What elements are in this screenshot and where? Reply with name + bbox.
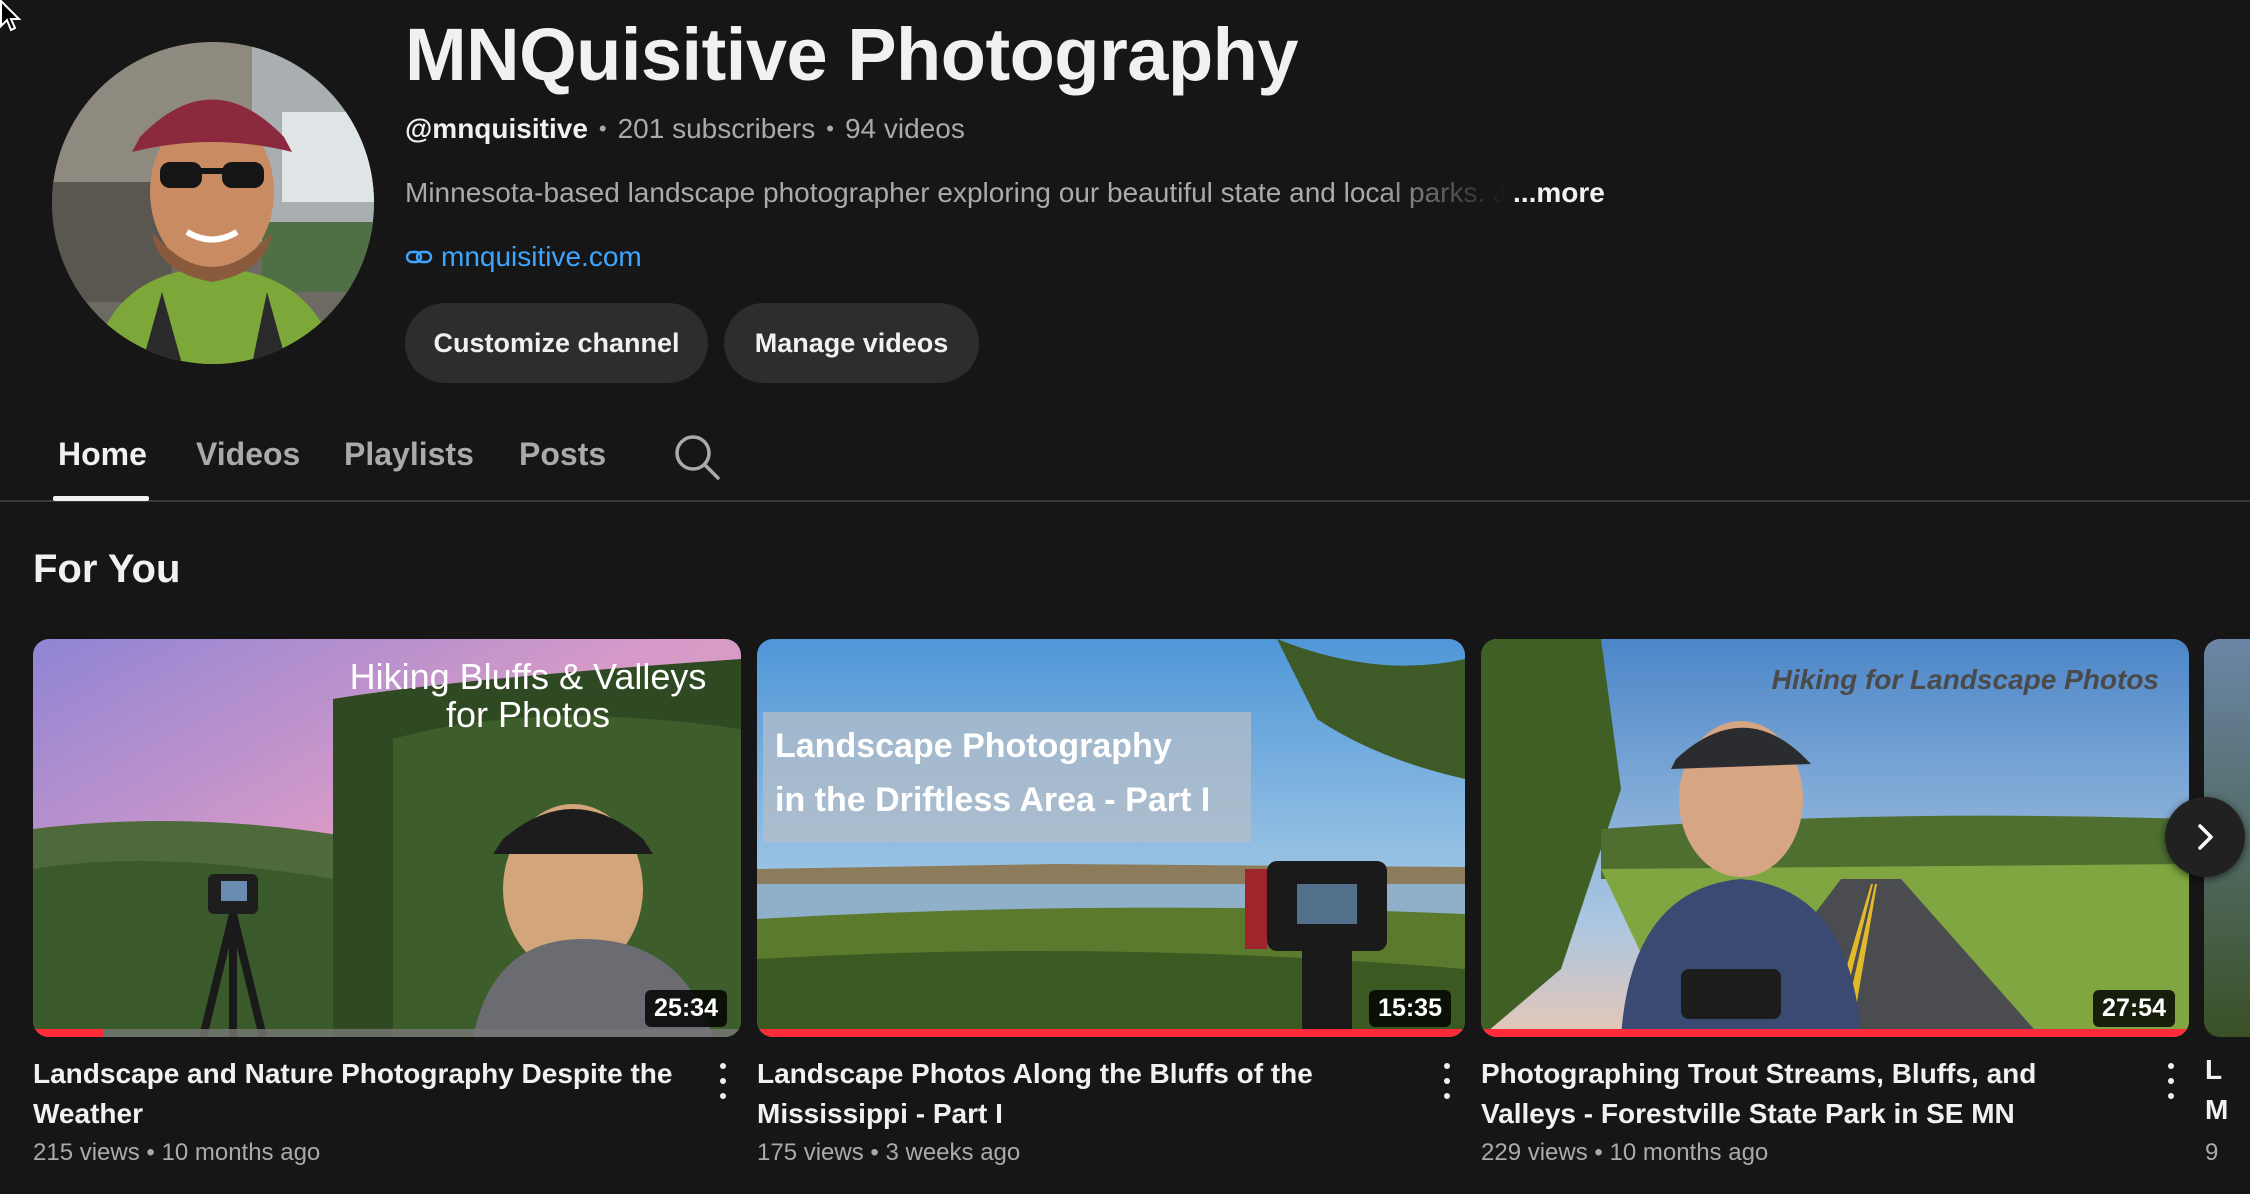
separator-dot: • (1594, 1139, 1610, 1166)
channel-avatar[interactable] (52, 42, 374, 364)
video-duration: 27:54 (2093, 990, 2175, 1027)
tab-home[interactable]: Home (58, 436, 147, 473)
thumb-caption: in the Driftless Area - Part I (775, 781, 1210, 819)
watch-progress-fill (1481, 1029, 2189, 1037)
thumb-caption: for Photos (446, 694, 610, 735)
video-thumbnail[interactable]: Hiking for Landscape Photos 27:54 (1481, 639, 2189, 1037)
peek-meta: 9 (2205, 1139, 2219, 1166)
video-card[interactable]: Hiking Bluffs & Valleys for Photos 25:34… (33, 639, 741, 1166)
tab-playlists[interactable]: Playlists (344, 436, 474, 473)
view-count: 229 views (1481, 1139, 1588, 1166)
watch-progress-bar (757, 1029, 1465, 1037)
upload-age: 10 months ago (1609, 1139, 1769, 1166)
view-count: 215 views (33, 1139, 140, 1166)
upload-age: 3 weeks ago (885, 1139, 1021, 1166)
video-title[interactable]: Landscape Photos Along the Bluffs of the… (757, 1054, 1407, 1134)
video-thumbnail[interactable]: Hiking Bluffs & Valleys for Photos 25:34 (33, 639, 741, 1037)
video-thumbnail[interactable]: Landscape Photography in the Driftless A… (757, 639, 1465, 1037)
section-title: For You (33, 547, 181, 591)
tab-videos[interactable]: Videos (196, 436, 300, 473)
subscriber-count: 201 subscribers (617, 113, 816, 144)
video-duration: 25:34 (645, 990, 727, 1027)
view-count: 175 views (757, 1139, 864, 1166)
channel-link[interactable]: mnquisitive.com (405, 241, 642, 273)
peek-title[interactable]: M (2205, 1094, 2228, 1126)
more-vert-icon[interactable] (1435, 1059, 1459, 1103)
description-text: Minnesota-based landscape photographer e… (405, 177, 1508, 208)
channel-handle: @mnquisitive (405, 113, 588, 144)
link-icon (405, 250, 433, 264)
active-tab-indicator (53, 496, 149, 501)
video-duration: 15:35 (1369, 990, 1451, 1027)
separator-dot: • (598, 116, 607, 141)
thumb-caption: Hiking Bluffs & Valleys (350, 656, 707, 697)
channel-tabs: Home Videos Playlists Posts (0, 410, 2250, 502)
more-link[interactable]: ...more (1513, 177, 1605, 209)
video-title[interactable]: Landscape and Nature Photography Despite… (33, 1054, 683, 1134)
separator-dot: • (146, 1139, 162, 1166)
channel-title: MNQuisitive Photography (405, 13, 1299, 96)
video-card[interactable]: Landscape Photography in the Driftless A… (757, 639, 1465, 1166)
thumb-caption: Landscape Photography (775, 727, 1172, 765)
tab-posts[interactable]: Posts (519, 436, 606, 473)
video-card[interactable]: Hiking for Landscape Photos 27:54 Photog… (1481, 639, 2189, 1166)
mouse-pointer-icon (0, 0, 22, 32)
video-title[interactable]: Photographing Trout Streams, Bluffs, and… (1481, 1054, 2131, 1134)
chevron-right-icon (2198, 824, 2213, 850)
manage-videos-button[interactable]: Manage videos (724, 303, 979, 383)
customize-channel-button[interactable]: Customize channel (405, 303, 708, 383)
thumb-caption: Hiking for Landscape Photos (1772, 664, 2159, 695)
separator-dot: • (826, 116, 834, 141)
more-vert-icon[interactable] (2159, 1059, 2183, 1103)
separator-dot: • (870, 1139, 886, 1166)
channel-link-text[interactable]: mnquisitive.com (441, 241, 642, 273)
channel-meta: @mnquisitive • 201 subscribers • 94 vide… (405, 113, 965, 145)
carousel-next-button[interactable] (2165, 797, 2245, 877)
upload-age: 10 months ago (161, 1139, 321, 1166)
video-meta: 215 views • 10 months ago (33, 1139, 320, 1167)
search-icon[interactable] (672, 432, 722, 482)
watch-progress-fill (33, 1029, 104, 1037)
video-meta: 229 views • 10 months ago (1481, 1139, 1768, 1167)
watch-progress-fill (757, 1029, 1465, 1037)
video-meta: 175 views • 3 weeks ago (757, 1139, 1020, 1167)
watch-progress-bar (33, 1029, 741, 1037)
channel-description[interactable]: Minnesota-based landscape photographer e… (405, 177, 1605, 209)
video-count: 94 videos (844, 113, 965, 144)
peek-title[interactable]: L (2205, 1054, 2222, 1086)
watch-progress-bar (1481, 1029, 2189, 1037)
more-vert-icon[interactable] (711, 1059, 735, 1103)
